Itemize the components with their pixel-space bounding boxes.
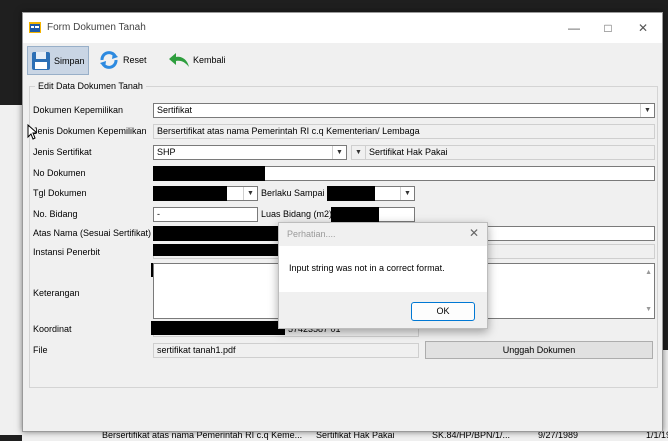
redacted-koordinat [151,321,285,335]
refresh-icon [100,50,118,69]
upload-document-button[interactable]: Unggah Dokumen [425,341,653,359]
jenis-sertifikat-select[interactable]: SHP ▼ [153,145,347,160]
scroll-up-icon[interactable]: ▲ [645,266,652,279]
no-bidang-input[interactable]: - [153,207,258,222]
close-icon[interactable]: ✕ [469,226,479,240]
calendar-dropdown-icon: ▼ [243,187,257,200]
scroll-down-icon[interactable]: ▼ [645,303,652,316]
app-form-icon [29,22,41,33]
title-bar: Form Dokumen Tanah — □ ✕ [23,13,662,43]
file-label: File [33,345,48,355]
dialog-title: Perhatian.... [287,229,336,239]
berlaku-sampai-label: Berlaku Sampai [261,188,325,198]
save-button[interactable]: Simpan [27,46,89,75]
save-label: Simpan [54,55,85,66]
luas-bidang-label: Luas Bidang (m2) [261,209,333,219]
chevron-down-icon: ▼ [352,146,366,159]
calendar-dropdown-icon: ▼ [400,187,414,200]
mouse-cursor-icon [27,124,37,140]
dokumen-kepemilikan-label: Dokumen Kepemilikan [33,105,124,115]
reset-label: Reset [123,54,147,65]
redacted-tgl-dokumen [153,186,227,201]
jenis-dokumen-label: Jenis Dokumen Kepemilikan [33,126,147,136]
reset-button[interactable]: Reset [95,46,150,73]
no-bidang-label: No. Bidang [33,209,78,219]
file-field[interactable]: sertifikat tanah1.pdf [153,343,419,358]
jenis-sertifikat-code: SHP [157,147,176,157]
tgl-dokumen-label: Tgl Dokumen [33,188,87,198]
redacted-no-dokumen [153,166,265,181]
jenis-dokumen-field[interactable]: Bersertifikat atas nama Pemerintah RI c.… [153,124,655,139]
jenis-sertifikat-name: Sertifikat Hak Pakai [369,147,448,157]
minimize-icon[interactable]: — [562,19,586,37]
file-name: sertifikat tanah1.pdf [157,345,236,355]
back-arrow-icon [169,52,189,67]
keterangan-label: Keterangan [33,288,80,298]
redacted-luas-bidang [331,207,379,222]
no-dokumen-label: No Dokumen [33,168,86,178]
chevron-down-icon: ▼ [332,146,346,159]
jenis-sertifikat-name-field[interactable]: ▼ Sertifikat Hak Pakai [351,145,655,160]
dialog-message: Input string was not in a correct format… [289,263,445,273]
close-icon[interactable]: ✕ [631,19,655,37]
group-title: Edit Data Dokumen Tanah [35,81,146,91]
dokumen-kepemilikan-select[interactable]: Sertifikat ▼ [153,103,655,118]
back-label: Kembali [193,54,226,65]
floppy-disk-icon [32,51,50,70]
dialog-body: Input string was not in a correct format… [279,246,487,292]
chevron-down-icon: ▼ [640,104,654,117]
redacted-instansi [153,244,279,256]
redacted-berlaku-sampai [327,186,375,201]
dokumen-kepemilikan-value: Sertifikat [157,105,193,115]
instansi-label: Instansi Penerbit [33,247,101,257]
window-title: Form Dokumen Tanah [47,22,146,33]
maximize-icon[interactable]: □ [596,19,620,37]
atas-nama-label: Atas Nama (Sesuai Sertifikat) [33,228,152,238]
warning-dialog: Perhatian.... ✕ Input string was not in … [278,222,488,329]
redacted-atas-nama [153,226,279,241]
no-bidang-value: - [157,209,160,219]
back-button[interactable]: Kembali [165,46,229,73]
jenis-dokumen-value: Bersertifikat atas nama Pemerintah RI c.… [157,126,420,136]
ok-button[interactable]: OK [411,302,475,321]
jenis-sertifikat-label: Jenis Sertifikat [33,147,92,157]
background-left-strip [0,105,22,435]
koordinat-label: Koordinat [33,324,72,334]
toolbar: Simpan Reset Kembali [25,44,661,76]
